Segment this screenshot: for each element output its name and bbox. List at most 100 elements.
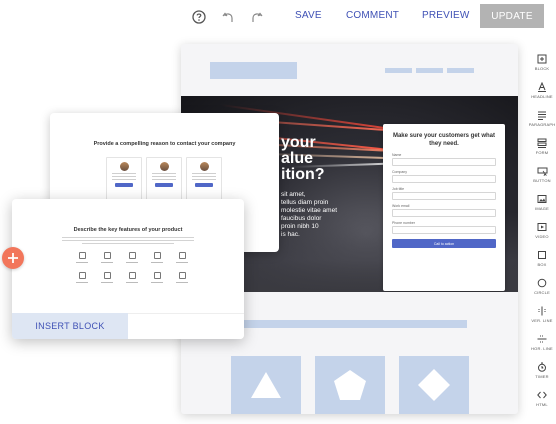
palette-label: HTML: [536, 402, 548, 407]
features-template-card[interactable]: Describe the key features of your produc…: [12, 199, 244, 339]
paragraph-icon: [528, 108, 556, 122]
hero-body-line: faucibus dolor: [281, 215, 322, 222]
feature-label: [76, 262, 88, 263]
headline-icon: [528, 80, 556, 94]
feature-label: [176, 262, 188, 263]
palette-box[interactable]: BOX: [528, 248, 556, 267]
feature-item: [72, 252, 92, 263]
block-icon: [528, 52, 556, 66]
feature-item: [147, 252, 167, 263]
template-title: Provide a compelling reason to contact y…: [93, 141, 236, 147]
team-member-card: [106, 157, 142, 203]
nav-placeholder[interactable]: [416, 68, 443, 73]
pentagon-tile[interactable]: [315, 356, 385, 414]
palette-horizontal-line[interactable]: HOR. LINE: [528, 332, 556, 351]
timer-icon: [528, 360, 556, 374]
hero-body-line: sit amet,: [281, 191, 306, 198]
add-block-button[interactable]: [2, 247, 24, 269]
insert-block-spacer: [128, 313, 244, 339]
text-line: [152, 176, 176, 177]
feature-icon: [103, 272, 111, 279]
palette-label: IMAGE: [535, 206, 549, 211]
text-line: [82, 243, 174, 244]
hero-body-line: tellus diam proin: [281, 199, 329, 206]
hero-heading-line: ition?: [281, 166, 325, 183]
feature-item: [147, 272, 167, 283]
palette-label: BUTTON: [533, 178, 551, 183]
feature-icon: [178, 252, 186, 259]
plus-icon: [8, 253, 18, 263]
top-toolbar: SAVE COMMENT PREVIEW UPDATE: [0, 0, 556, 34]
text-placeholder-bar[interactable]: [239, 320, 467, 328]
diamond-tile[interactable]: [399, 356, 469, 414]
update-button[interactable]: UPDATE: [480, 4, 544, 28]
palette-label: VIDEO: [535, 234, 549, 239]
nav-placeholder[interactable]: [447, 68, 474, 73]
triangle-tile[interactable]: [231, 356, 301, 414]
redo-icon[interactable]: [249, 9, 265, 25]
feature-icon: [153, 252, 161, 259]
avatar: [159, 162, 169, 171]
html-icon: [528, 388, 556, 402]
palette-timer[interactable]: TIMER: [528, 360, 556, 379]
palette-label: VER. LINE: [531, 318, 553, 323]
contact-button: [155, 183, 173, 187]
palette-button[interactable]: BUTTON: [528, 164, 556, 183]
avatar: [119, 162, 129, 171]
palette-label: TIMER: [535, 374, 549, 379]
nav-placeholder[interactable]: [385, 68, 412, 73]
feature-label: [126, 282, 138, 283]
palette-image[interactable]: IMAGE: [528, 192, 556, 211]
save-button[interactable]: SAVE: [295, 10, 322, 21]
comment-button[interactable]: COMMENT: [346, 10, 399, 21]
work-email-field[interactable]: [392, 209, 496, 217]
feature-item: [122, 272, 142, 283]
template-title: Describe the key features of your produc…: [73, 227, 183, 233]
feature-label: [76, 282, 88, 283]
palette-vertical-line[interactable]: VER. LINE: [528, 304, 556, 323]
preview-button[interactable]: PREVIEW: [422, 10, 470, 21]
feature-label: [151, 282, 163, 283]
hero-body-line: molestie vitae amet: [281, 207, 337, 214]
text-line: [152, 179, 176, 180]
button-icon: [528, 164, 556, 178]
palette-headline[interactable]: HEADLINE: [528, 80, 556, 99]
feature-item: [97, 272, 117, 283]
text-line: [112, 176, 136, 177]
feature-item: [172, 272, 192, 283]
contact-form[interactable]: Make sure your customers get what they n…: [383, 124, 505, 291]
company-field[interactable]: [392, 175, 496, 183]
palette-video[interactable]: VIDEO: [528, 220, 556, 239]
insert-block-button[interactable]: INSERT BLOCK: [12, 313, 128, 339]
feature-icon: [153, 272, 161, 279]
palette-label: CIRCLE: [534, 290, 550, 295]
palette-label: HEADLINE: [531, 94, 553, 99]
text-line: [152, 173, 176, 174]
undo-icon[interactable]: [220, 9, 236, 25]
text-line: [112, 179, 136, 180]
palette-block[interactable]: BLOCK: [528, 52, 556, 71]
palette-paragraph[interactable]: PARAGRAPH: [528, 108, 556, 127]
palette-label: HOR. LINE: [531, 346, 553, 351]
palette-html[interactable]: HTML: [528, 388, 556, 407]
feature-item: [172, 252, 192, 263]
help-icon[interactable]: [191, 9, 207, 25]
name-field[interactable]: [392, 158, 496, 166]
form-submit-button[interactable]: Call to action: [392, 239, 496, 248]
box-icon: [528, 248, 556, 262]
palette-label: BOX: [537, 262, 547, 267]
feature-icon: [178, 272, 186, 279]
feature-icon: [128, 272, 136, 279]
palette-form[interactable]: FORM: [528, 136, 556, 155]
form-icon: [528, 136, 556, 150]
image-icon: [528, 192, 556, 206]
form-title: Make sure your customers get what they n…: [392, 133, 496, 147]
job-title-field[interactable]: [392, 192, 496, 200]
text-line: [62, 240, 194, 241]
palette-circle[interactable]: CIRCLE: [528, 276, 556, 295]
phone-field[interactable]: [392, 226, 496, 234]
logo-placeholder[interactable]: [210, 62, 297, 79]
avatar: [199, 162, 209, 171]
feature-label: [151, 262, 163, 263]
palette-label: PARAGRAPH: [528, 122, 556, 127]
